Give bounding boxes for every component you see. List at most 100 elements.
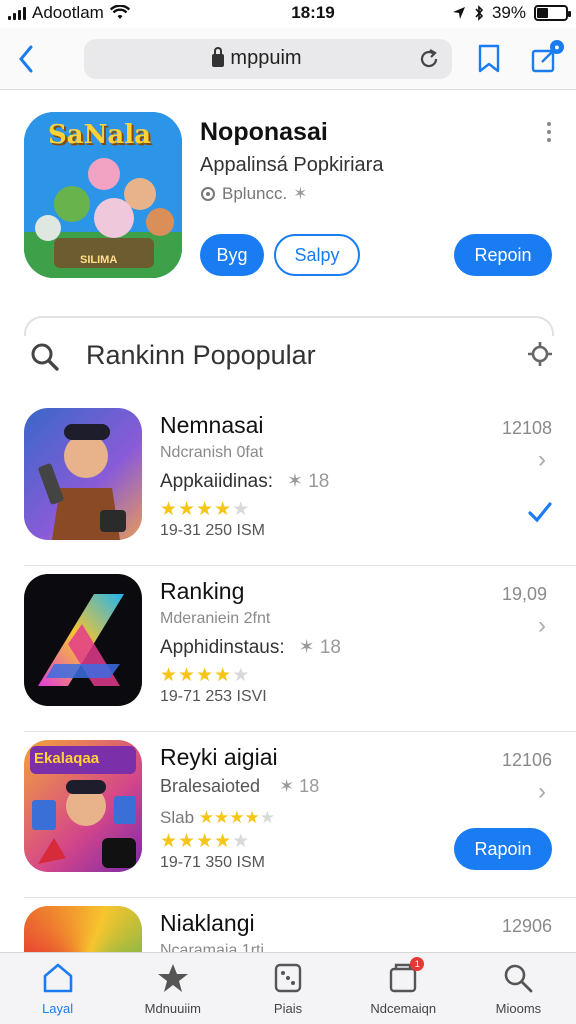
star-rating: ★★★★★: [160, 830, 250, 853]
checkmark-icon: [528, 502, 552, 523]
app-developer: Mderaniein 2fnt: [160, 610, 271, 627]
star-icon: ★: [259, 808, 276, 827]
star-icon: ★: [198, 808, 215, 827]
star-icon: ★: [160, 499, 179, 520]
star-icon: ★: [160, 831, 179, 852]
sparkle-icon: ✶: [293, 184, 308, 203]
url-bar[interactable]: mppuim: [84, 38, 452, 79]
rating-text: ✶ 18: [298, 637, 341, 658]
star-icon: [157, 964, 188, 992]
url-text-wrap: mppuim: [96, 47, 418, 70]
chevron-right-icon[interactable]: ›: [538, 446, 546, 474]
url-text: mppuim: [230, 47, 302, 69]
app-icon[interactable]: Ekalaqaa: [24, 740, 142, 872]
star-icon: ★: [229, 808, 245, 827]
house-icon: [43, 963, 72, 993]
search-icon: [31, 343, 59, 371]
star-icon: ★: [214, 499, 233, 520]
star-icon: ★: [244, 808, 260, 827]
featured-open-button[interactable]: Repoin: [454, 234, 552, 276]
ranking-header: Rankinn Popopular: [0, 332, 576, 378]
bookmark-icon: [478, 44, 500, 72]
edit-badge-icon: ●: [550, 39, 564, 54]
star-rating: ★★★★★: [160, 664, 250, 687]
star-icon: ★: [160, 665, 179, 686]
logo-artwork: [38, 594, 124, 686]
app-icon[interactable]: [24, 408, 142, 540]
edit-button[interactable]: ●: [520, 34, 570, 84]
star-icon: ★: [214, 808, 230, 827]
more-options-icon[interactable]: [544, 122, 554, 142]
star-icon: ★: [178, 499, 197, 520]
dice-icon: [274, 963, 302, 993]
app-developer: Ndcranish 0fat: [160, 444, 264, 461]
featured-meta: Bpluncc. ✶: [200, 184, 307, 204]
character-artwork: [38, 424, 126, 540]
app-category: Appkaiidinas: ✶ 18: [160, 470, 329, 493]
app-icon-label: Ekalaqaa: [34, 750, 100, 767]
featured-meta-text: Bpluncc.: [222, 184, 288, 203]
category-text: Appkaiidinas:: [160, 471, 274, 492]
back-button[interactable]: [0, 33, 52, 85]
star-icon: ★: [178, 665, 197, 686]
search-icon: [505, 964, 533, 993]
battery-fill: [537, 8, 548, 18]
star-icon: ★: [196, 831, 215, 852]
status-left: Adootlam: [8, 3, 218, 23]
location-icon: [452, 7, 465, 19]
inbox-icon-wrap: 1: [386, 957, 425, 995]
signal-icon: [8, 6, 26, 20]
tab-search[interactable]: Miooms: [461, 953, 576, 1024]
tab-bar: Layal Mdnuuiim Piais 1 Ndcemaiqn Miooms: [0, 952, 576, 1024]
app-icon[interactable]: [24, 574, 142, 706]
app-category: Apphidinstaus: ✶ 18: [160, 636, 341, 659]
tab-featured[interactable]: Mdnuuiim: [115, 953, 230, 1024]
status-right: 39%: [408, 3, 571, 23]
star-icon: ★: [232, 499, 251, 520]
tab-games[interactable]: Piais: [230, 953, 345, 1024]
star-icon: ★: [214, 665, 233, 686]
app-name: Ranking: [160, 578, 245, 604]
star-icon: ★: [196, 665, 215, 686]
tab-home[interactable]: Layal: [0, 953, 115, 1024]
rating-text: ✶ 18: [279, 776, 320, 796]
tab-updates[interactable]: 1 Ndcemaiqn: [346, 953, 461, 1024]
tab-label: Piais: [273, 1001, 303, 1016]
tab-label: Layal: [42, 1001, 74, 1016]
battery-percent: 39%: [491, 3, 526, 22]
browser-toolbar: mppuim ●: [0, 28, 576, 90]
featured-share-button[interactable]: Salpy: [274, 234, 360, 276]
battery-icon: [534, 5, 571, 21]
app-size: 19-71 350 ISM: [160, 854, 265, 871]
tab-label: Miooms: [495, 1001, 542, 1016]
app-name: Reyki aigiai: [160, 744, 278, 770]
app-name: Niaklangi: [160, 910, 255, 936]
bluetooth-icon: [475, 5, 484, 21]
list-item[interactable]: Ranking Mderaniein 2fnt Apphidinstaus: ✶ …: [24, 566, 576, 732]
app-size: 19-31 250 ISM: [160, 522, 265, 539]
ranking-list: Nemnasai Ndcranish 0fat Appkaiidinas: ✶ 1…: [0, 400, 576, 1024]
bookmark-button[interactable]: [464, 34, 514, 84]
app-rank-number: 12108: [502, 418, 553, 438]
gear-icon: [528, 342, 552, 366]
wifi-icon: [109, 5, 130, 19]
list-item[interactable]: Ekalaqaa Reyki aigiai Bralesaioted ✶ 18 …: [24, 732, 576, 898]
search-button[interactable]: [30, 342, 60, 372]
app-rank-number: 19,09: [502, 584, 548, 604]
featured-get-button[interactable]: Byg: [200, 234, 264, 276]
list-item[interactable]: Nemnasai Ndcranish 0fat Appkaiidinas: ✶ 1…: [24, 400, 576, 566]
filter-button[interactable]: [526, 340, 556, 370]
developer-text: Bralesaioted: [160, 776, 261, 796]
star-icon: ★: [178, 831, 197, 852]
reload-icon[interactable]: [418, 48, 440, 70]
featured-icon-label: SaNala: [48, 120, 151, 150]
category-text: Apphidinstaus:: [160, 637, 285, 658]
get-button[interactable]: Rapoin: [454, 828, 552, 870]
app-category: Slab ★★★★★: [160, 808, 275, 828]
featured-app-icon[interactable]: SaNala SILIMA: [24, 112, 182, 278]
featured-subtitle: Appalinsá Popkiriara: [200, 154, 384, 176]
status-bar: Adootlam 18:19 39%: [0, 0, 576, 26]
chevron-right-icon[interactable]: ›: [538, 778, 546, 806]
featured-title: Noponasai: [200, 118, 328, 146]
chevron-right-icon[interactable]: ›: [538, 612, 546, 640]
